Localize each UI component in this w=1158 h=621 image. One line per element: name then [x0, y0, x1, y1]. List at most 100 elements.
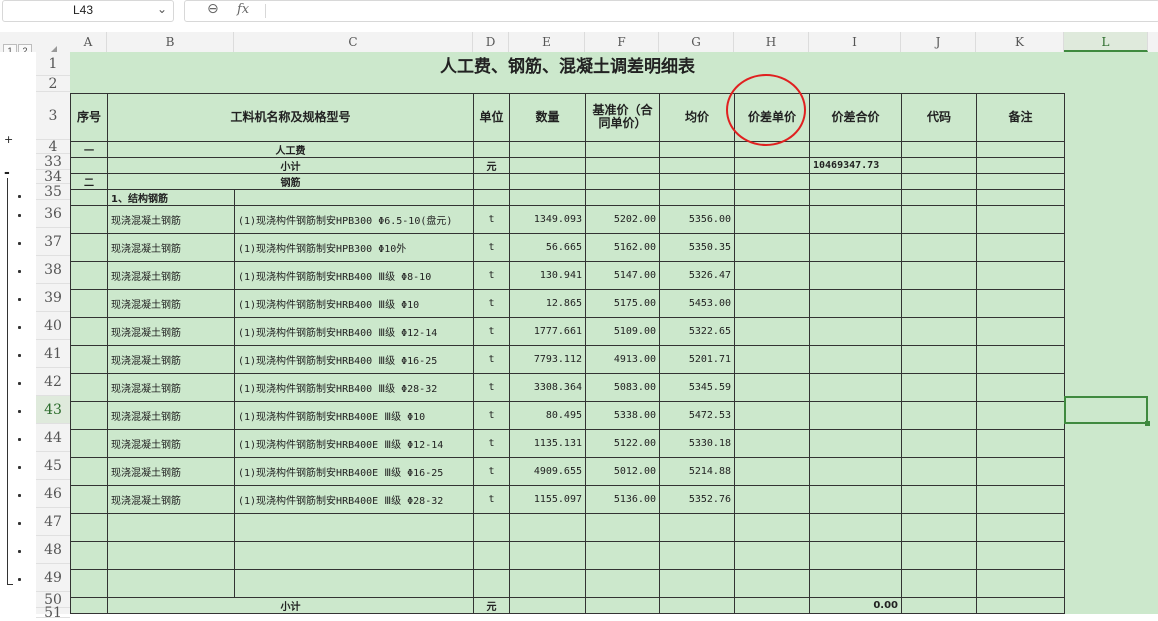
row-header-selected[interactable]: 43 — [36, 396, 70, 424]
cell[interactable] — [734, 260, 810, 290]
base-price-cell[interactable]: 5012.00 — [585, 456, 660, 486]
row-header[interactable]: 41 — [36, 340, 70, 368]
cell[interactable] — [734, 204, 810, 234]
cell[interactable] — [234, 540, 474, 570]
magnify-minus-icon[interactable]: ⊖ — [207, 1, 219, 17]
base-price-cell[interactable]: 4913.00 — [585, 344, 660, 374]
cell[interactable] — [659, 188, 735, 206]
cell[interactable] — [70, 596, 108, 614]
spec-cell[interactable]: (1)现浇构件钢筋制安HRB400E Ⅲ级 Φ28-32 — [234, 484, 474, 514]
row-header[interactable]: 44 — [36, 424, 70, 452]
header-diff-total[interactable]: 价差合价 — [809, 92, 902, 142]
base-price-cell[interactable]: 5083.00 — [585, 372, 660, 402]
row-header[interactable]: 48 — [36, 536, 70, 564]
seq-cell[interactable] — [70, 316, 108, 346]
column-header-c[interactable]: C — [234, 32, 473, 52]
cell[interactable] — [901, 156, 977, 174]
column-header-h[interactable]: H — [734, 32, 809, 52]
seq-cell[interactable] — [70, 372, 108, 402]
cell[interactable] — [901, 172, 977, 190]
avg-price-cell[interactable]: 5350.35 — [659, 232, 735, 262]
column-header-e[interactable]: E — [509, 32, 585, 52]
seq-cell[interactable]: 一 — [70, 140, 108, 158]
cell[interactable] — [734, 140, 810, 158]
unit-cell[interactable]: t — [473, 484, 510, 514]
cell[interactable] — [901, 140, 977, 158]
cell[interactable] — [809, 512, 902, 542]
cell[interactable] — [509, 188, 586, 206]
unit-cell[interactable]: t — [473, 372, 510, 402]
spec-cell[interactable]: (1)现浇构件钢筋制安HRB400E Ⅲ级 Φ12-14 — [234, 428, 474, 458]
cell[interactable] — [473, 172, 510, 190]
outline-expand-icon[interactable]: + — [4, 133, 13, 146]
material-name-cell[interactable]: 现浇混凝土钢筋 — [107, 260, 235, 290]
cell[interactable] — [734, 316, 810, 346]
seq-cell[interactable] — [70, 344, 108, 374]
material-name-cell[interactable]: 现浇混凝土钢筋 — [107, 344, 235, 374]
column-header-f[interactable]: F — [585, 32, 659, 52]
cell[interactable] — [976, 204, 1065, 234]
column-header-b[interactable]: B — [107, 32, 234, 52]
spec-cell[interactable]: (1)现浇构件钢筋制安HRB400 Ⅲ级 Φ28-32 — [234, 372, 474, 402]
cell[interactable] — [901, 188, 977, 206]
cell[interactable] — [976, 260, 1065, 290]
cell[interactable] — [976, 344, 1065, 374]
sheet-title[interactable]: 人工费、钢筋、混凝土调差明细表 — [71, 52, 1065, 77]
spec-cell[interactable]: (1)现浇构件钢筋制安HRB400E Ⅲ级 Φ16-25 — [234, 456, 474, 486]
cell[interactable] — [473, 140, 510, 158]
sheet-corner[interactable]: 1 2 — [0, 32, 70, 58]
unit-cell[interactable]: t — [473, 204, 510, 234]
base-price-cell[interactable]: 5122.00 — [585, 428, 660, 458]
base-price-cell[interactable]: 5338.00 — [585, 400, 660, 430]
row-header[interactable]: 37 — [36, 228, 70, 256]
cell[interactable] — [585, 188, 660, 206]
spec-cell[interactable]: (1)现浇构件钢筋制安HPB300 Φ6.5-10(盘元) — [234, 204, 474, 234]
seq-cell[interactable] — [70, 484, 108, 514]
cell[interactable] — [734, 596, 810, 614]
material-name-cell[interactable]: 现浇混凝土钢筋 — [107, 204, 235, 234]
qty-cell[interactable]: 4909.655 — [509, 456, 586, 486]
cell[interactable] — [734, 172, 810, 190]
row-header[interactable]: 35 — [36, 184, 70, 200]
cell-grid[interactable]: 人工费、钢筋、混凝土调差明细表 序号 工料机名称及规格型号 单位 数量 基准价（… — [70, 52, 1158, 614]
header-code[interactable]: 代码 — [901, 92, 977, 142]
cell[interactable] — [473, 540, 510, 570]
unit-cell[interactable]: t — [473, 288, 510, 318]
material-name-cell[interactable]: 现浇混凝土钢筋 — [107, 484, 235, 514]
empty-row[interactable] — [71, 77, 1065, 93]
unit-cell[interactable]: t — [473, 456, 510, 486]
cell[interactable] — [809, 568, 902, 598]
cell[interactable] — [659, 596, 735, 614]
cell[interactable] — [901, 232, 977, 262]
qty-cell[interactable]: 1349.093 — [509, 204, 586, 234]
row-header[interactable]: 1 — [36, 52, 70, 76]
cell[interactable] — [901, 484, 977, 514]
section-label[interactable]: 人工费 — [107, 140, 474, 158]
column-header-l[interactable]: L — [1064, 32, 1148, 52]
row-header[interactable]: 39 — [36, 284, 70, 312]
cell[interactable] — [809, 484, 902, 514]
cell[interactable] — [976, 540, 1065, 570]
cell[interactable] — [809, 540, 902, 570]
cell[interactable] — [659, 156, 735, 174]
cell[interactable] — [473, 512, 510, 542]
spec-cell[interactable]: (1)现浇构件钢筋制安HRB400 Ⅲ级 Φ8-10 — [234, 260, 474, 290]
cell[interactable] — [976, 140, 1065, 158]
unit-cell[interactable]: t — [473, 428, 510, 458]
cell[interactable] — [809, 456, 902, 486]
cell[interactable] — [901, 372, 977, 402]
cell[interactable] — [809, 260, 902, 290]
header-qty[interactable]: 数量 — [509, 92, 586, 142]
header-unit[interactable]: 单位 — [473, 92, 510, 142]
qty-cell[interactable]: 1135.131 — [509, 428, 586, 458]
cell[interactable] — [107, 568, 235, 598]
avg-price-cell[interactable]: 5352.76 — [659, 484, 735, 514]
cell[interactable] — [809, 372, 902, 402]
cell[interactable] — [901, 288, 977, 318]
cell[interactable] — [70, 188, 108, 206]
column-header-d[interactable]: D — [473, 32, 509, 52]
fill-handle[interactable] — [1145, 421, 1150, 426]
row-header[interactable]: 45 — [36, 452, 70, 480]
seq-cell[interactable] — [70, 288, 108, 318]
qty-cell[interactable]: 1777.661 — [509, 316, 586, 346]
